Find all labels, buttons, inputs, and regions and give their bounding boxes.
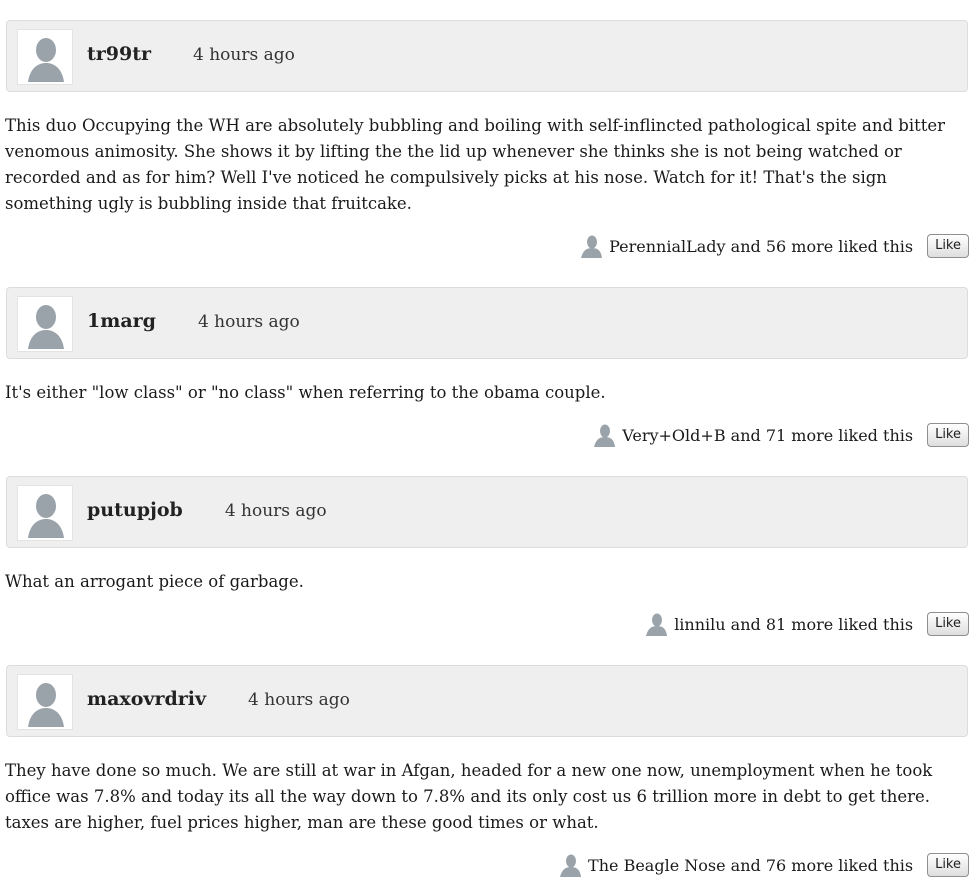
comment-author: tr99tr 4 hours ago [87,43,295,65]
comment-text: What an arrogant piece of garbage. [5,572,304,591]
comment-list: tr99tr 4 hours ago This duo Occupying the… [0,20,980,877]
like-button[interactable]: Like [927,423,969,447]
comment-header: tr99tr 4 hours ago [6,20,968,92]
like-row: The Beagle Nose and 76 more liked this L… [558,851,969,879]
liked-by-text[interactable]: Very+Old+B and 71 more liked this [622,426,913,445]
comment: 1marg 4 hours ago It's either "low class"… [0,287,980,476]
comment-header: maxovrdriv 4 hours ago [6,665,968,737]
comment-text: This duo Occupying the WH are absolutely… [5,116,946,213]
liker-avatar-icon [581,235,603,258]
liker-avatar-icon [560,854,582,877]
comment: maxovrdriv 4 hours ago They have done so … [0,665,980,877]
comment-timestamp: 4 hours ago [197,312,300,332]
comment: putupjob 4 hours ago What an arrogant pie… [0,476,980,665]
comment-text: It's either "low class" or "no class" wh… [5,383,606,402]
comment: tr99tr 4 hours ago This duo Occupying the… [0,20,980,258]
user-avatar[interactable] [17,29,73,85]
username-link[interactable]: maxovrdriv [87,688,206,710]
comment-author: maxovrdriv 4 hours ago [87,688,350,710]
liker-avatar-icon [594,424,616,447]
like-button[interactable]: Like [927,234,969,258]
like-button[interactable]: Like [927,612,969,636]
comment-timestamp: 4 hours ago [224,501,327,521]
username-link[interactable]: 1marg [87,310,156,332]
comment-header: putupjob 4 hours ago [6,476,968,548]
user-avatar[interactable] [17,296,73,352]
comment-header: 1marg 4 hours ago [6,287,968,359]
liked-by-text[interactable]: linnilu and 81 more liked this [674,615,913,634]
like-row: linnilu and 81 more liked this Like [644,610,969,638]
username-link[interactable]: putupjob [87,499,183,521]
like-row: PerennialLady and 56 more liked this Lik… [579,232,969,260]
default-avatar-icon [28,683,64,727]
comment-timestamp: 4 hours ago [193,45,295,65]
liker-avatar-icon [646,613,668,636]
default-avatar-icon [28,494,64,538]
comment-text: They have done so much. We are still at … [5,761,933,832]
like-button[interactable]: Like [927,853,969,877]
comment-author: 1marg 4 hours ago [87,310,300,332]
like-row: Very+Old+B and 71 more liked this Like [592,421,969,449]
liked-by-text[interactable]: The Beagle Nose and 76 more liked this [588,856,913,875]
user-avatar[interactable] [17,485,73,541]
username-link[interactable]: tr99tr [87,43,151,65]
liked-by-text[interactable]: PerennialLady and 56 more liked this [609,237,913,256]
comment-timestamp: 4 hours ago [248,690,350,710]
default-avatar-icon [28,38,64,82]
default-avatar-icon [28,305,64,349]
comment-author: putupjob 4 hours ago [87,499,327,521]
user-avatar[interactable] [17,674,73,730]
